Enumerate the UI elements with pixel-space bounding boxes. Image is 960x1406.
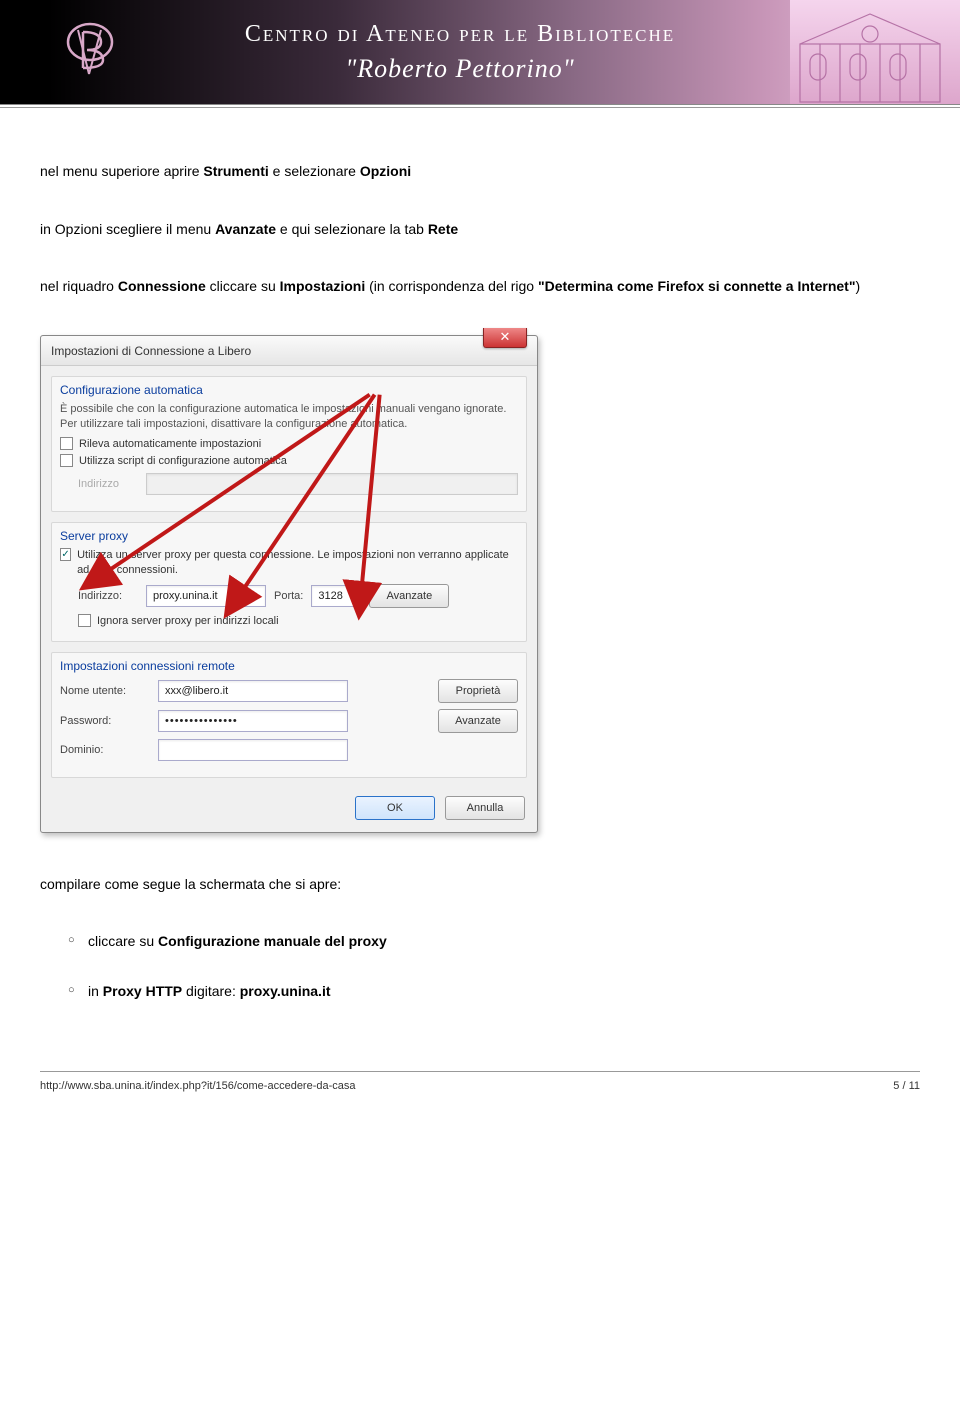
proxy-address-input[interactable]: proxy.unina.it bbox=[146, 585, 266, 607]
header-divider bbox=[0, 107, 960, 108]
cancel-button[interactable]: Annulla bbox=[445, 796, 525, 820]
text: digitare: bbox=[182, 983, 240, 999]
list-item: cliccare su Configurazione manuale del p… bbox=[88, 933, 920, 949]
bypass-local-row: Ignora server proxy per indirizzi locali bbox=[60, 614, 518, 627]
text-bold: Configurazione manuale del proxy bbox=[158, 933, 387, 949]
building-illustration-icon bbox=[790, 4, 950, 104]
checkbox-bypass-local[interactable] bbox=[78, 614, 91, 627]
domain-input[interactable] bbox=[158, 739, 348, 761]
dialog-buttons: OK Annulla bbox=[41, 788, 537, 832]
text-bold: Impostazioni bbox=[280, 278, 366, 294]
text-bold: Opzioni bbox=[360, 163, 411, 179]
checkbox-use-script[interactable] bbox=[60, 454, 73, 467]
password-row: Password: ••••••••••••••• Avanzate bbox=[60, 709, 518, 733]
username-row: Nome utente: xxx@libero.it Proprietà bbox=[60, 679, 518, 703]
paragraph-4: compilare come segue la schermata che si… bbox=[40, 875, 920, 895]
list-item: in Proxy HTTP digitare: proxy.unina.it bbox=[88, 983, 920, 999]
banner-title-line1: Centro di Ateneo per le Biblioteche bbox=[245, 21, 675, 48]
header-banner: Centro di Ateneo per le Biblioteche "Rob… bbox=[0, 0, 960, 105]
properties-button[interactable]: Proprietà bbox=[438, 679, 518, 703]
section-heading: Impostazioni connessioni remote bbox=[60, 659, 518, 673]
paragraph-1: nel menu superiore aprire Strumenti e se… bbox=[40, 162, 920, 182]
proxy-address-label: Indirizzo: bbox=[78, 590, 138, 602]
remote-section: Impostazioni connessioni remote Nome ute… bbox=[51, 652, 527, 778]
text: nel menu superiore aprire bbox=[40, 163, 203, 179]
address-label: Indirizzo bbox=[78, 478, 138, 490]
text: cliccare su bbox=[206, 278, 280, 294]
proxy-port-label: Porta: bbox=[274, 590, 303, 602]
page-content: nel menu superiore aprire Strumenti e se… bbox=[0, 114, 960, 1053]
logo bbox=[50, 10, 130, 95]
connection-settings-dialog: ✕ Impostazioni di Connessione a Libero C… bbox=[40, 335, 538, 833]
close-icon: ✕ bbox=[500, 329, 511, 344]
username-label: Nome utente: bbox=[60, 685, 150, 697]
remote-advanced-button[interactable]: Avanzate bbox=[438, 709, 518, 733]
text: (in corrispondenza del rigo bbox=[365, 278, 538, 294]
checkbox-label: Utilizza un server proxy per questa conn… bbox=[77, 548, 518, 578]
close-button[interactable]: ✕ bbox=[483, 328, 527, 348]
paragraph-3: nel riquadro Connessione cliccare su Imp… bbox=[40, 277, 920, 297]
checkbox-auto-detect[interactable] bbox=[60, 437, 73, 450]
text-bold: Avanzate bbox=[215, 221, 276, 237]
banner-title-line2: "Roberto Pettorino" bbox=[345, 54, 574, 84]
paragraph-2: in Opzioni scegliere il menu Avanzate e … bbox=[40, 220, 920, 240]
text: in Opzioni scegliere il menu bbox=[40, 221, 215, 237]
domain-label: Dominio: bbox=[60, 744, 150, 756]
auto-detect-row: Rileva automaticamente impostazioni bbox=[60, 437, 518, 450]
dialog-title: Impostazioni di Connessione a Libero bbox=[41, 336, 537, 366]
username-input[interactable]: xxx@libero.it bbox=[158, 680, 348, 702]
proxy-section: Server proxy ✓ Utilizza un server proxy … bbox=[51, 522, 527, 642]
auto-config-section: Configurazione automatica È possibile ch… bbox=[51, 376, 527, 513]
footer-page-number: 5 / 11 bbox=[893, 1080, 920, 1092]
page-footer: http://www.sba.unina.it/index.php?it/156… bbox=[0, 1072, 960, 1110]
script-address-input[interactable] bbox=[146, 473, 518, 495]
text-bold: Proxy HTTP bbox=[103, 983, 182, 999]
banner-illustration bbox=[790, 0, 960, 104]
text-bold: Strumenti bbox=[203, 163, 268, 179]
checkbox-label: Utilizza script di configurazione automa… bbox=[79, 455, 287, 467]
logo-monogram-icon bbox=[63, 22, 117, 82]
section-heading: Configurazione automatica bbox=[60, 383, 518, 397]
instruction-list: cliccare su Configurazione manuale del p… bbox=[40, 933, 920, 999]
use-proxy-row: ✓ Utilizza un server proxy per questa co… bbox=[60, 548, 518, 578]
text: cliccare su bbox=[88, 933, 158, 949]
proxy-port-input[interactable]: 3128 bbox=[311, 585, 361, 607]
text-bold: Rete bbox=[428, 221, 458, 237]
auto-script-row: Utilizza script di configurazione automa… bbox=[60, 454, 518, 467]
text-bold: proxy.unina.it bbox=[240, 983, 331, 999]
script-address-row: Indirizzo bbox=[60, 473, 518, 495]
proxy-advanced-button[interactable]: Avanzate bbox=[369, 584, 449, 608]
domain-row: Dominio: bbox=[60, 739, 518, 761]
password-input[interactable]: ••••••••••••••• bbox=[158, 710, 348, 732]
text-bold: Connessione bbox=[118, 278, 206, 294]
section-heading: Server proxy bbox=[60, 529, 518, 543]
checkbox-label: Ignora server proxy per indirizzi locali bbox=[97, 615, 279, 627]
proxy-address-row: Indirizzo: proxy.unina.it Porta: 3128 Av… bbox=[60, 584, 518, 608]
text: e qui selezionare la tab bbox=[276, 221, 428, 237]
checkbox-use-proxy[interactable]: ✓ bbox=[60, 548, 71, 561]
text: nel riquadro bbox=[40, 278, 118, 294]
banner-titles: Centro di Ateneo per le Biblioteche "Rob… bbox=[130, 21, 790, 84]
password-label: Password: bbox=[60, 715, 150, 727]
text: in bbox=[88, 983, 103, 999]
footer-url: http://www.sba.unina.it/index.php?it/156… bbox=[40, 1080, 356, 1092]
text-bold: "Determina come Firefox si connette a In… bbox=[538, 278, 855, 294]
text: ) bbox=[855, 278, 860, 294]
text: e selezionare bbox=[269, 163, 360, 179]
checkbox-label: Rileva automaticamente impostazioni bbox=[79, 438, 261, 450]
ok-button[interactable]: OK bbox=[355, 796, 435, 820]
auto-config-desc: È possibile che con la configurazione au… bbox=[60, 402, 518, 432]
